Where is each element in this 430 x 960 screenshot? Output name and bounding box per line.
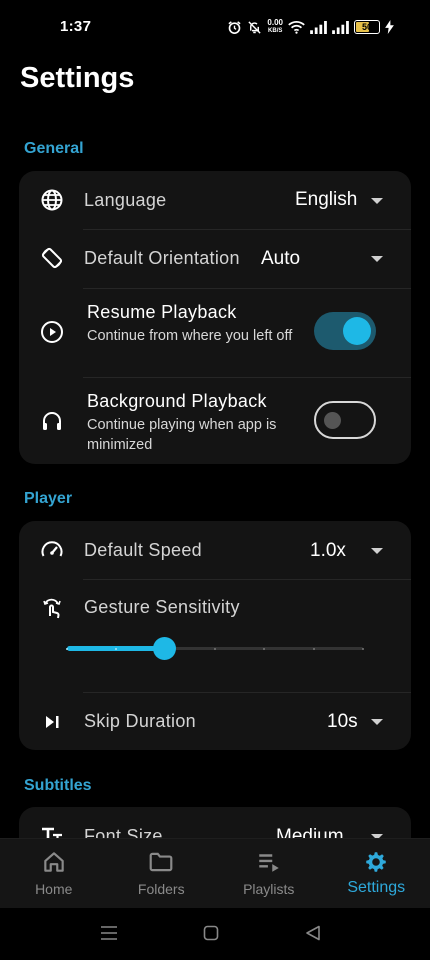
signal-icon (332, 20, 349, 34)
nav-home[interactable]: Home (0, 839, 108, 908)
language-value[interactable]: English (295, 189, 357, 211)
home-button-icon[interactable] (203, 925, 219, 946)
orientation-row[interactable]: Default Orientation Auto (19, 230, 411, 288)
default-speed-label: Default Speed (84, 540, 202, 560)
battery-level: 50 (361, 22, 372, 32)
speedometer-icon (40, 538, 64, 562)
globe-icon (40, 188, 64, 212)
resume-playback-row[interactable]: Resume Playback Continue from where you … (19, 289, 411, 377)
battery-icon: 50 (354, 20, 380, 34)
skip-duration-value[interactable]: 10s (327, 711, 358, 733)
resume-playback-label: Resume Playback (87, 302, 237, 322)
system-navigation-bar (0, 908, 430, 960)
skip-duration-label: Skip Duration (84, 711, 196, 731)
home-icon (41, 849, 67, 875)
resume-playback-toggle[interactable] (314, 312, 376, 350)
gesture-sensitivity-label: Gesture Sensitivity (84, 597, 240, 617)
status-bar: 1:37 0.00 KB/S 50 (0, 0, 430, 56)
play-circle-icon (40, 320, 64, 344)
gesture-sensitivity-slider[interactable] (66, 637, 364, 660)
gesture-icon (40, 595, 64, 619)
slider-thumb[interactable] (153, 637, 177, 660)
default-speed-value[interactable]: 1.0x (310, 540, 346, 562)
status-time: 1:37 (60, 18, 92, 35)
page-title: Settings (20, 62, 135, 94)
playlist-icon (256, 849, 282, 875)
skip-duration-row[interactable]: Skip Duration 10s (19, 693, 411, 750)
nav-folders-label: Folders (137, 881, 185, 897)
network-speed: 0.00 KB/S (267, 19, 283, 35)
player-card: Default Speed 1.0x Gesture Sensitivity S… (19, 521, 411, 750)
signal-icon (310, 20, 327, 34)
nav-playlists-label: Playlists (243, 881, 295, 897)
background-playback-description: Continue playing when app is minimized (87, 417, 277, 453)
chevron-down-icon[interactable] (371, 548, 383, 554)
language-row[interactable]: Language English (19, 171, 411, 229)
slider-tick (362, 647, 364, 650)
nav-playlists[interactable]: Playlists (215, 839, 323, 908)
chevron-down-icon[interactable] (371, 198, 383, 204)
headphones-icon (40, 409, 64, 433)
status-icons: 0.00 KB/S 50 (227, 18, 394, 36)
chevron-down-icon[interactable] (371, 256, 383, 262)
nav-folders[interactable]: Folders (108, 839, 216, 908)
chevron-down-icon[interactable] (371, 719, 383, 725)
mute-icon (247, 20, 262, 35)
skip-next-icon (40, 710, 64, 734)
charging-icon (385, 20, 394, 34)
nav-settings[interactable]: Settings (323, 839, 430, 908)
background-playback-toggle[interactable] (314, 401, 376, 439)
nav-settings-label: Settings (347, 879, 406, 896)
background-playback-row[interactable]: Background Playback Continue playing whe… (19, 378, 411, 464)
section-title-player: Player (24, 490, 73, 507)
slider-tick (66, 647, 68, 650)
menu-icon[interactable] (100, 925, 118, 946)
folder-icon (148, 849, 174, 875)
section-title-general: General (24, 140, 84, 157)
wifi-icon (288, 20, 305, 34)
gear-icon (363, 849, 389, 875)
screen-rotation-icon (40, 246, 64, 270)
language-label: Language (84, 190, 167, 210)
nav-home-label: Home (35, 881, 73, 897)
general-card: Language English Default Orientation Aut… (19, 171, 411, 464)
background-playback-label: Background Playback (87, 391, 267, 411)
slider-tick (312, 647, 315, 650)
slider-tick (214, 647, 216, 650)
bottom-navigation: Home Folders Playlists Settings (0, 838, 430, 908)
back-icon[interactable] (305, 925, 321, 946)
network-speed-value: 0.00 (267, 18, 283, 27)
resume-playback-description: Continue from where you left off (87, 328, 293, 344)
alarm-icon (227, 20, 242, 35)
gesture-sensitivity-row: Gesture Sensitivity (19, 580, 411, 692)
orientation-value[interactable]: Auto (261, 248, 300, 270)
orientation-label: Default Orientation (84, 248, 240, 268)
default-speed-row[interactable]: Default Speed 1.0x (19, 521, 411, 579)
section-title-subtitles: Subtitles (24, 777, 92, 794)
network-speed-unit: KB/S (268, 28, 283, 34)
